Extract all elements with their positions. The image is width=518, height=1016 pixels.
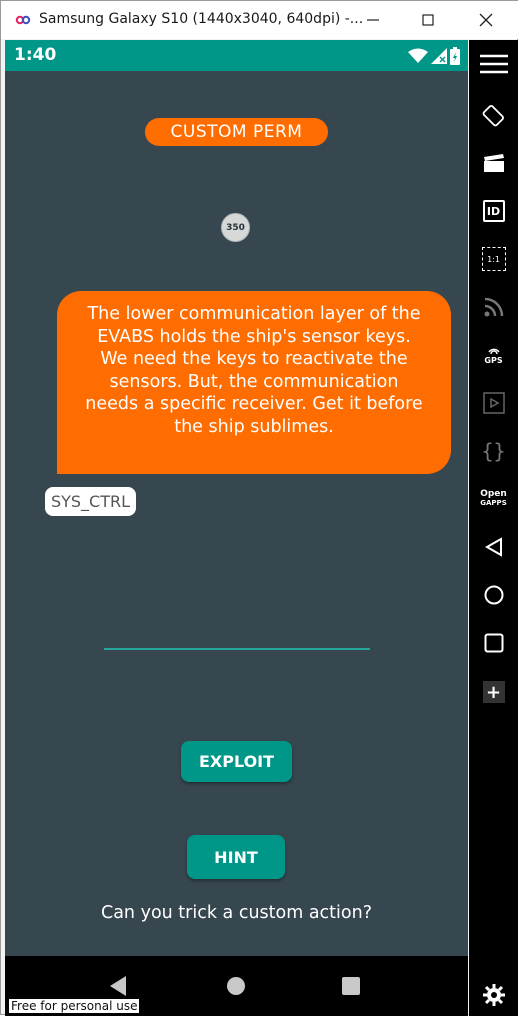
status-bar: 1:40 xyxy=(5,40,468,71)
nav-home-button[interactable] xyxy=(224,974,248,998)
rotate-icon xyxy=(482,105,504,127)
add-icon: + xyxy=(482,681,505,703)
minimize-icon xyxy=(367,19,379,21)
code-icon: {} xyxy=(481,439,506,463)
maximize-button[interactable] xyxy=(401,1,455,39)
status-icons xyxy=(408,46,460,66)
hint-button[interactable]: HINT xyxy=(187,835,285,879)
title-bar: Samsung Galaxy S10 (1440x3040, 640dpi) -… xyxy=(1,1,518,39)
add-widget-button[interactable]: + xyxy=(469,675,518,709)
id-icon: ID xyxy=(482,200,505,222)
settings-button[interactable] xyxy=(469,978,518,1012)
nav-back-button[interactable] xyxy=(106,974,130,998)
screen-record-button[interactable] xyxy=(469,386,518,420)
answer-input[interactable] xyxy=(104,648,370,650)
gps-label: GPS xyxy=(484,355,503,365)
capture-button[interactable] xyxy=(469,146,518,180)
score-value: 350 xyxy=(226,222,245,233)
recents-icon xyxy=(484,633,503,653)
device-id-button[interactable]: ID xyxy=(469,194,518,228)
toolbar-back-button[interactable] xyxy=(469,530,518,564)
scale-icon: 1:1 xyxy=(481,247,506,271)
shell-button[interactable]: {} xyxy=(469,434,518,468)
emulator-toolbar: ID 1:1 GPS {} Open GAPPS + xyxy=(469,40,518,1016)
gps-icon xyxy=(487,348,500,354)
clock: 1:40 xyxy=(14,45,57,65)
gps-button[interactable]: GPS xyxy=(469,338,518,372)
wifi-icon xyxy=(408,48,428,63)
toolbar-home-button[interactable] xyxy=(469,578,518,612)
device-screen: 1:40 CUSTOM PERM 350 The lower communica… xyxy=(5,40,468,1016)
window-title: Samsung Galaxy S10 (1440x3040, 640dpi) -… xyxy=(39,11,364,27)
exploit-button[interactable]: EXPLOIT xyxy=(181,741,292,782)
camera-icon xyxy=(483,154,504,172)
close-button[interactable] xyxy=(459,1,513,39)
back-icon xyxy=(484,537,502,557)
gapps-label: GAPPS xyxy=(480,499,507,507)
menu-icon xyxy=(479,54,508,74)
pixel-perfect-button[interactable]: 1:1 xyxy=(469,242,518,276)
maximize-icon xyxy=(422,14,434,26)
custom-perm-label: CUSTOM PERM xyxy=(145,118,328,146)
emulator-window: Samsung Galaxy S10 (1440x3040, 640dpi) -… xyxy=(0,0,518,1016)
genymotion-logo-icon xyxy=(15,15,31,25)
settings-icon xyxy=(482,984,505,1006)
opengapps-button[interactable]: Open GAPPS xyxy=(469,482,518,516)
watermark-text: Free for personal use xyxy=(9,999,140,1013)
recents-square-icon xyxy=(342,977,360,995)
cell-signal-icon xyxy=(431,48,447,64)
network-button[interactable] xyxy=(469,290,518,324)
rotate-button[interactable] xyxy=(469,98,518,132)
message-bubble: The lower communication layer of the EVA… xyxy=(57,291,451,474)
home-circle-icon xyxy=(227,977,245,995)
question-text: Can you trick a custom action? xyxy=(100,903,372,923)
scale-label: 1:1 xyxy=(487,254,500,264)
toolbar-recents-button[interactable] xyxy=(469,626,518,660)
gapps-icon: Open xyxy=(480,489,507,499)
nav-recents-button[interactable] xyxy=(339,974,363,998)
home-icon xyxy=(484,585,503,605)
battery-icon xyxy=(450,47,460,65)
signal-icon xyxy=(484,297,503,317)
close-icon xyxy=(479,13,493,27)
video-icon xyxy=(482,392,505,414)
id-label: ID xyxy=(486,204,501,218)
minimize-button[interactable] xyxy=(346,1,400,39)
toolbar-menu-button[interactable] xyxy=(469,47,518,81)
sys-ctrl-chip[interactable]: SYS_CTRL xyxy=(45,487,136,516)
score-badge: 350 xyxy=(221,213,250,242)
back-triangle-icon xyxy=(110,976,126,996)
